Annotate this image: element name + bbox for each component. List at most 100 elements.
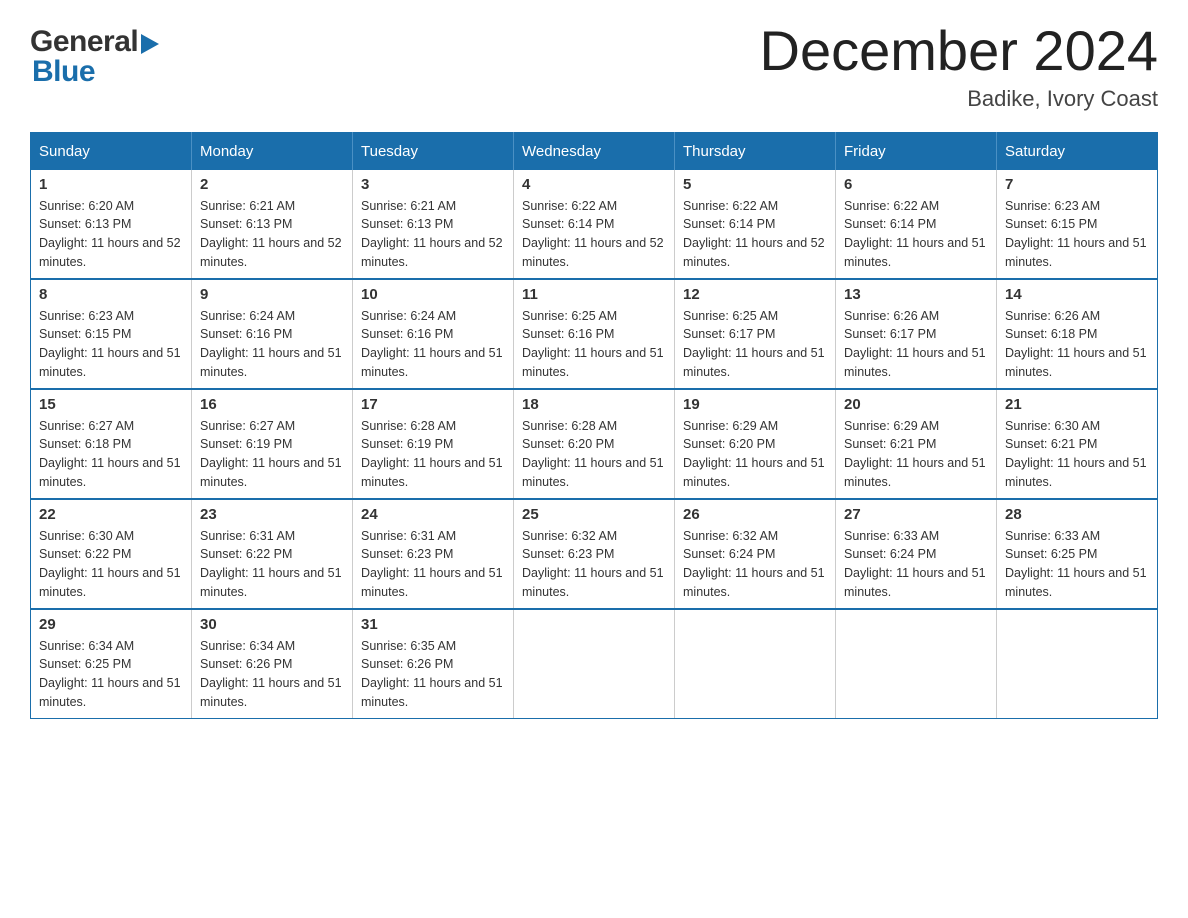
calendar-day-cell: 23 Sunrise: 6:31 AM Sunset: 6:22 PM Dayl… (192, 499, 353, 609)
daylight-label: Daylight: 11 hours and 51 minutes. (1005, 346, 1147, 379)
day-info: Sunrise: 6:21 AM Sunset: 6:13 PM Dayligh… (200, 197, 344, 272)
day-info: Sunrise: 6:29 AM Sunset: 6:21 PM Dayligh… (844, 417, 988, 492)
day-info: Sunrise: 6:28 AM Sunset: 6:20 PM Dayligh… (522, 417, 666, 492)
calendar-day-cell: 27 Sunrise: 6:33 AM Sunset: 6:24 PM Dayl… (836, 499, 997, 609)
title-section: December 2024 Badike, Ivory Coast (760, 20, 1158, 112)
day-number: 2 (200, 176, 344, 193)
daylight-label: Daylight: 11 hours and 51 minutes. (1005, 456, 1147, 489)
day-info: Sunrise: 6:35 AM Sunset: 6:26 PM Dayligh… (361, 637, 505, 712)
calendar-day-cell: 11 Sunrise: 6:25 AM Sunset: 6:16 PM Dayl… (514, 279, 675, 389)
calendar-day-cell: 7 Sunrise: 6:23 AM Sunset: 6:15 PM Dayli… (997, 170, 1158, 279)
calendar-day-cell: 14 Sunrise: 6:26 AM Sunset: 6:18 PM Dayl… (997, 279, 1158, 389)
daylight-label: Daylight: 11 hours and 51 minutes. (844, 566, 986, 599)
calendar-day-cell: 16 Sunrise: 6:27 AM Sunset: 6:19 PM Dayl… (192, 389, 353, 499)
daylight-label: Daylight: 11 hours and 51 minutes. (522, 566, 664, 599)
day-number: 23 (200, 506, 344, 523)
calendar-day-cell: 25 Sunrise: 6:32 AM Sunset: 6:23 PM Dayl… (514, 499, 675, 609)
day-number: 17 (361, 396, 505, 413)
day-info: Sunrise: 6:32 AM Sunset: 6:24 PM Dayligh… (683, 527, 827, 602)
calendar-day-cell: 5 Sunrise: 6:22 AM Sunset: 6:14 PM Dayli… (675, 170, 836, 279)
sunrise-label: Sunrise: 6:32 AM (522, 529, 617, 543)
day-info: Sunrise: 6:30 AM Sunset: 6:21 PM Dayligh… (1005, 417, 1149, 492)
day-number: 19 (683, 396, 827, 413)
daylight-label: Daylight: 11 hours and 52 minutes. (39, 236, 181, 269)
day-number: 4 (522, 176, 666, 193)
logo-general-text: General (30, 25, 138, 59)
sunset-label: Sunset: 6:20 PM (522, 437, 614, 451)
day-of-week-header: Monday (192, 132, 353, 170)
daylight-label: Daylight: 11 hours and 52 minutes. (683, 236, 825, 269)
daylight-label: Daylight: 11 hours and 51 minutes. (522, 456, 664, 489)
calendar-week-row: 1 Sunrise: 6:20 AM Sunset: 6:13 PM Dayli… (31, 170, 1158, 279)
sunset-label: Sunset: 6:26 PM (200, 657, 292, 671)
calendar-day-cell: 13 Sunrise: 6:26 AM Sunset: 6:17 PM Dayl… (836, 279, 997, 389)
day-number: 28 (1005, 506, 1149, 523)
sunset-label: Sunset: 6:20 PM (683, 437, 775, 451)
day-of-week-header: Tuesday (353, 132, 514, 170)
sunset-label: Sunset: 6:16 PM (361, 327, 453, 341)
sunset-label: Sunset: 6:18 PM (39, 437, 131, 451)
calendar-day-cell: 26 Sunrise: 6:32 AM Sunset: 6:24 PM Dayl… (675, 499, 836, 609)
day-info: Sunrise: 6:23 AM Sunset: 6:15 PM Dayligh… (39, 307, 183, 382)
day-info: Sunrise: 6:20 AM Sunset: 6:13 PM Dayligh… (39, 197, 183, 272)
day-number: 31 (361, 616, 505, 633)
sunset-label: Sunset: 6:13 PM (39, 217, 131, 231)
daylight-label: Daylight: 11 hours and 51 minutes. (844, 236, 986, 269)
daylight-label: Daylight: 11 hours and 51 minutes. (844, 346, 986, 379)
logo: General Blue (30, 20, 159, 89)
sunrise-label: Sunrise: 6:23 AM (39, 309, 134, 323)
sunset-label: Sunset: 6:23 PM (361, 547, 453, 561)
day-number: 26 (683, 506, 827, 523)
sunrise-label: Sunrise: 6:28 AM (361, 419, 456, 433)
sunrise-label: Sunrise: 6:30 AM (39, 529, 134, 543)
daylight-label: Daylight: 11 hours and 51 minutes. (522, 346, 664, 379)
sunrise-label: Sunrise: 6:27 AM (39, 419, 134, 433)
day-info: Sunrise: 6:24 AM Sunset: 6:16 PM Dayligh… (361, 307, 505, 382)
calendar-day-cell: 12 Sunrise: 6:25 AM Sunset: 6:17 PM Dayl… (675, 279, 836, 389)
day-of-week-header: Thursday (675, 132, 836, 170)
day-of-week-header: Saturday (997, 132, 1158, 170)
daylight-label: Daylight: 11 hours and 51 minutes. (361, 676, 503, 709)
day-info: Sunrise: 6:33 AM Sunset: 6:24 PM Dayligh… (844, 527, 988, 602)
sunset-label: Sunset: 6:18 PM (1005, 327, 1097, 341)
sunrise-label: Sunrise: 6:31 AM (200, 529, 295, 543)
sunrise-label: Sunrise: 6:22 AM (683, 199, 778, 213)
sunset-label: Sunset: 6:14 PM (844, 217, 936, 231)
calendar-day-cell: 20 Sunrise: 6:29 AM Sunset: 6:21 PM Dayl… (836, 389, 997, 499)
calendar-day-cell: 31 Sunrise: 6:35 AM Sunset: 6:26 PM Dayl… (353, 609, 514, 719)
sunrise-label: Sunrise: 6:20 AM (39, 199, 134, 213)
day-info: Sunrise: 6:28 AM Sunset: 6:19 PM Dayligh… (361, 417, 505, 492)
daylight-label: Daylight: 11 hours and 51 minutes. (683, 346, 825, 379)
calendar-day-cell: 22 Sunrise: 6:30 AM Sunset: 6:22 PM Dayl… (31, 499, 192, 609)
calendar-day-cell: 28 Sunrise: 6:33 AM Sunset: 6:25 PM Dayl… (997, 499, 1158, 609)
day-number: 16 (200, 396, 344, 413)
sunrise-label: Sunrise: 6:22 AM (522, 199, 617, 213)
sunset-label: Sunset: 6:21 PM (1005, 437, 1097, 451)
sunrise-label: Sunrise: 6:21 AM (200, 199, 295, 213)
day-number: 30 (200, 616, 344, 633)
day-info: Sunrise: 6:22 AM Sunset: 6:14 PM Dayligh… (683, 197, 827, 272)
sunrise-label: Sunrise: 6:23 AM (1005, 199, 1100, 213)
day-info: Sunrise: 6:25 AM Sunset: 6:16 PM Dayligh… (522, 307, 666, 382)
day-info: Sunrise: 6:22 AM Sunset: 6:14 PM Dayligh… (844, 197, 988, 272)
sunrise-label: Sunrise: 6:29 AM (683, 419, 778, 433)
day-number: 9 (200, 286, 344, 303)
sunset-label: Sunset: 6:13 PM (361, 217, 453, 231)
calendar-day-cell: 18 Sunrise: 6:28 AM Sunset: 6:20 PM Dayl… (514, 389, 675, 499)
daylight-label: Daylight: 11 hours and 51 minutes. (361, 566, 503, 599)
calendar-table: SundayMondayTuesdayWednesdayThursdayFrid… (30, 132, 1158, 719)
sunset-label: Sunset: 6:21 PM (844, 437, 936, 451)
day-info: Sunrise: 6:34 AM Sunset: 6:26 PM Dayligh… (200, 637, 344, 712)
sunset-label: Sunset: 6:25 PM (1005, 547, 1097, 561)
sunset-label: Sunset: 6:24 PM (844, 547, 936, 561)
day-number: 7 (1005, 176, 1149, 193)
sunset-label: Sunset: 6:22 PM (200, 547, 292, 561)
sunrise-label: Sunrise: 6:24 AM (361, 309, 456, 323)
day-number: 6 (844, 176, 988, 193)
daylight-label: Daylight: 11 hours and 51 minutes. (683, 456, 825, 489)
sunset-label: Sunset: 6:13 PM (200, 217, 292, 231)
day-number: 29 (39, 616, 183, 633)
sunset-label: Sunset: 6:24 PM (683, 547, 775, 561)
day-info: Sunrise: 6:30 AM Sunset: 6:22 PM Dayligh… (39, 527, 183, 602)
day-info: Sunrise: 6:33 AM Sunset: 6:25 PM Dayligh… (1005, 527, 1149, 602)
